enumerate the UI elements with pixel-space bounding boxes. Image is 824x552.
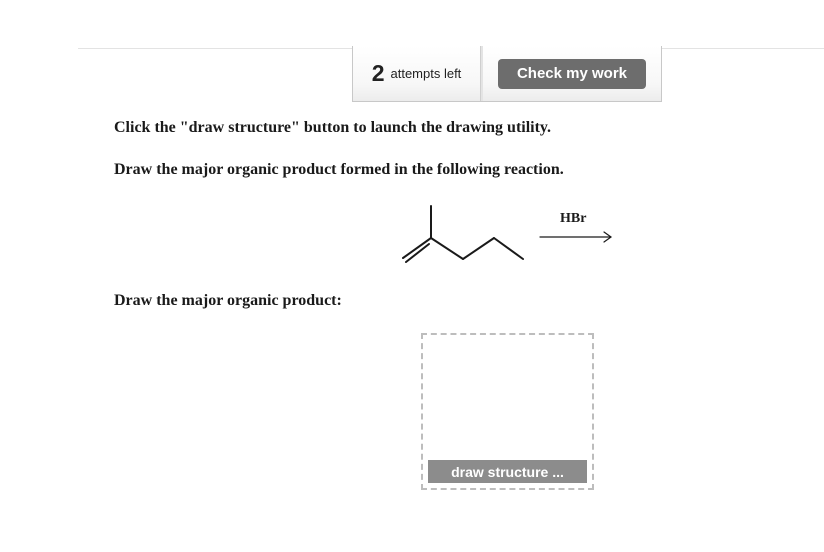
ethyl-bond-3 — [493, 237, 524, 260]
product-prompt: Draw the major organic product: — [114, 292, 342, 309]
answer-drawing-area[interactable]: draw structure ... — [421, 333, 594, 490]
reaction-arrow — [539, 231, 612, 243]
reactant-structure — [402, 205, 524, 263]
ethyl-bond-1 — [430, 237, 464, 260]
attempts-label: attempts left — [390, 66, 462, 81]
check-my-work-button[interactable]: Check my work — [498, 58, 646, 89]
double-bond-outer — [402, 237, 432, 259]
ethyl-bond-2 — [462, 237, 495, 260]
check-work-container: Check my work — [481, 46, 661, 101]
reagent-label: HBr — [560, 211, 586, 226]
draw-structure-button[interactable]: draw structure ... — [428, 460, 587, 483]
attempts-toolbar: 2 attempts left Check my work — [352, 46, 662, 102]
attempts-indicator: 2 attempts left — [353, 46, 481, 101]
question-prompt: Draw the major organic product formed in… — [114, 161, 564, 178]
attempts-count: 2 — [371, 60, 385, 86]
reaction-scheme: HBr — [402, 205, 612, 263]
drawing-utility-instruction: Click the "draw structure" button to lau… — [114, 119, 552, 136]
